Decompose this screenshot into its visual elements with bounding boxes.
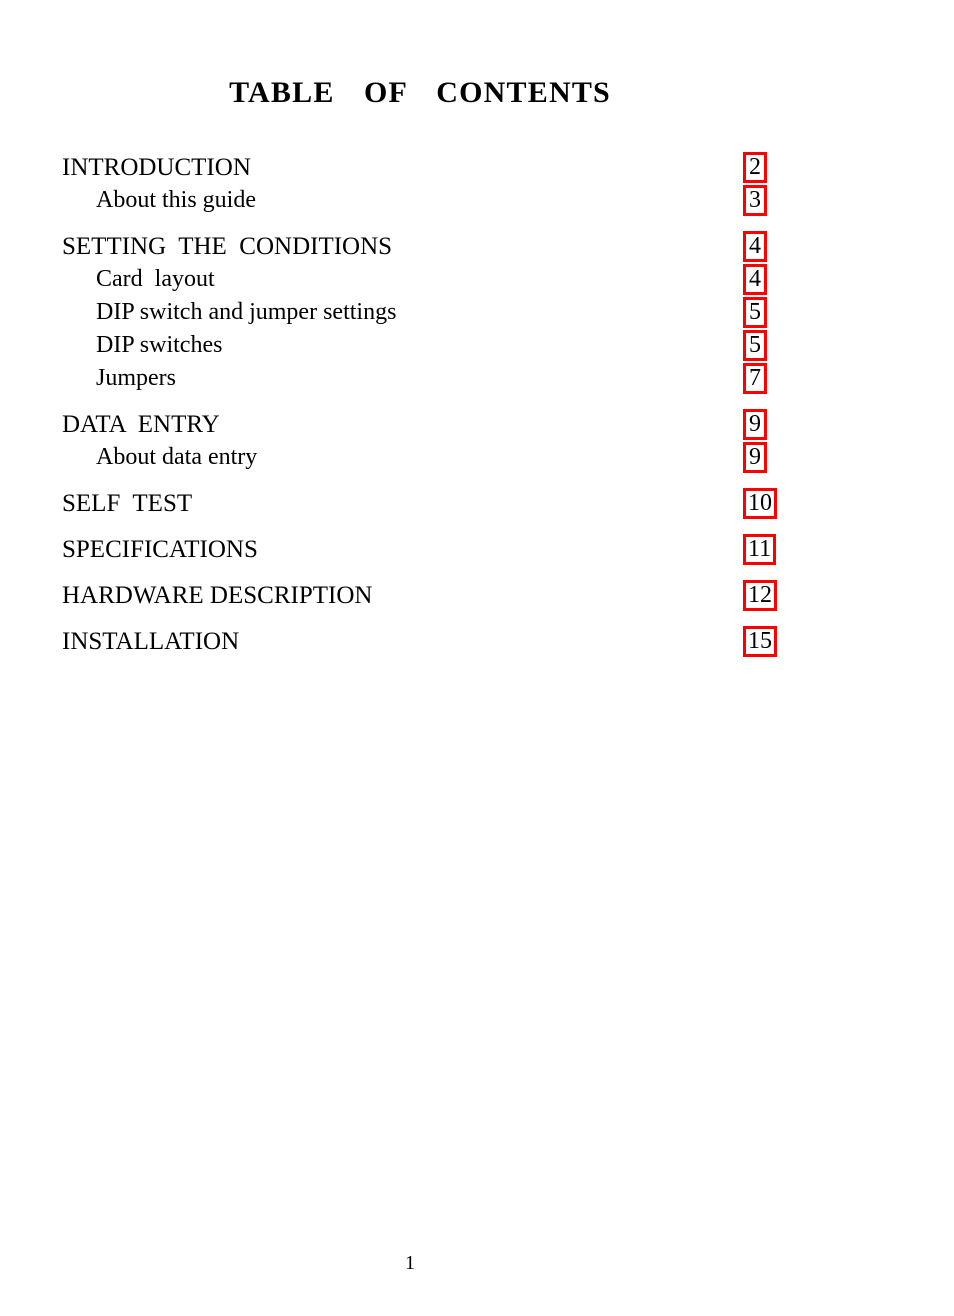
toc-page-number-box[interactable]: 7	[743, 363, 767, 394]
toc-page-number-box[interactable]: 15	[743, 626, 777, 657]
toc-entry-label: DIP switch and jumper settings	[96, 299, 397, 325]
toc-entry-row[interactable]: SPECIFICATIONS 11	[0, 534, 954, 567]
toc-entry-label: INSTALLATION	[62, 628, 240, 655]
toc-group: HARDWARE DESCRIPTION 12	[0, 580, 954, 613]
toc-entry-label: HARDWARE DESCRIPTION	[62, 582, 373, 609]
toc-subentry-row[interactable]: About data entry 9	[0, 442, 954, 475]
toc-entry-row[interactable]: INSTALLATION 15	[0, 626, 954, 659]
toc-page-number-box[interactable]: 5	[743, 297, 767, 328]
toc-entry-label: SPECIFICATIONS	[62, 536, 258, 563]
toc-page-number-box[interactable]: 11	[743, 534, 777, 565]
toc-page-number-box[interactable]: 4	[743, 264, 767, 295]
toc-entry-row[interactable]: INTRODUCTION 2	[0, 152, 954, 185]
toc-entry-label: DIP switches	[96, 332, 223, 358]
toc-group: SETTING THE CONDITIONS 4 Card layout 4 DIP s…	[0, 231, 954, 396]
toc-group: SPECIFICATIONS 11	[0, 534, 954, 567]
toc-group: DATA ENTRY 9 About data entry 9	[0, 409, 954, 475]
toc-entry-row[interactable]: SETTING THE CONDITIONS 4	[0, 231, 954, 264]
toc-subentry-row[interactable]: Card layout 4	[0, 264, 954, 297]
toc-entry-row[interactable]: HARDWARE DESCRIPTION 12	[0, 580, 954, 613]
toc-subentry-row[interactable]: Jumpers 7	[0, 363, 954, 396]
toc-page-number-box[interactable]: 4	[743, 231, 767, 262]
toc-entry-row[interactable]: SELF TEST 10	[0, 488, 954, 521]
toc-entry-label: Jumpers	[96, 365, 176, 391]
toc-page-number-box[interactable]: 5	[743, 330, 767, 361]
toc-entry-label: SETTING THE CONDITIONS	[62, 233, 393, 260]
footer-page-number: 1	[405, 1252, 415, 1274]
toc-page-number-box[interactable]: 9	[743, 442, 767, 473]
toc-entry-row[interactable]: DATA ENTRY 9	[0, 409, 954, 442]
toc-page-number-box[interactable]: 2	[743, 152, 767, 183]
toc-entry-label: About data entry	[96, 444, 258, 470]
page-title: TABLE OF CONTENTS	[229, 76, 611, 109]
toc-page-number-box[interactable]: 12	[743, 580, 777, 611]
toc-page-number-box[interactable]: 9	[743, 409, 767, 440]
document-page: TABLE OF CONTENTS INTRODUCTION 2 About thi…	[0, 0, 954, 1316]
toc-page-number-box[interactable]: 10	[743, 488, 777, 519]
table-of-contents-list: INTRODUCTION 2 About this guide 3 SETTING TH…	[0, 152, 954, 659]
toc-entry-label: SELF TEST	[62, 490, 193, 517]
toc-group: INTRODUCTION 2 About this guide 3	[0, 152, 954, 218]
toc-entry-label: DATA ENTRY	[62, 411, 220, 438]
toc-entry-label: About this guide	[96, 187, 256, 213]
toc-page-number-box[interactable]: 3	[743, 185, 767, 216]
toc-entry-label: INTRODUCTION	[62, 154, 251, 181]
toc-group: INSTALLATION 15	[0, 626, 954, 659]
toc-subentry-row[interactable]: About this guide 3	[0, 185, 954, 218]
toc-subentry-row[interactable]: DIP switches 5	[0, 330, 954, 363]
toc-subentry-row[interactable]: DIP switch and jumper settings 5	[0, 297, 954, 330]
toc-group: SELF TEST 10	[0, 488, 954, 521]
toc-entry-label: Card layout	[96, 266, 215, 292]
